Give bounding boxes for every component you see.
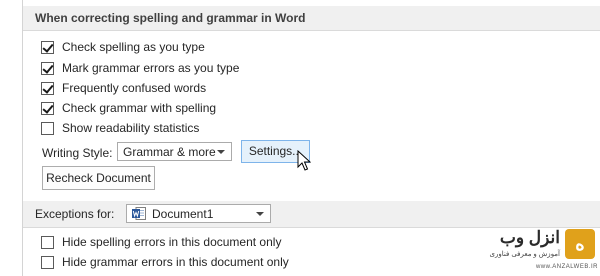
watermark: انزل وب آموزش و معرفی فناوری www.ANZALWE…: [490, 228, 598, 272]
watermark-tagline: آموزش و معرفی فناوری: [489, 251, 560, 258]
option-readability[interactable]: Show readability statistics: [41, 120, 199, 136]
document-dropdown[interactable]: Document1: [126, 204, 271, 223]
watermark-logo-icon: ه: [565, 229, 595, 259]
left-margin: [0, 0, 22, 276]
watermark-name: انزل وب: [499, 228, 560, 247]
label-grammar-with-spelling: Check grammar with spelling: [62, 101, 217, 115]
writing-style-value: Grammar & more: [123, 145, 216, 159]
exceptions-label: Exceptions for:: [35, 207, 115, 221]
chevron-down-icon: [217, 150, 225, 154]
option-grammar-with-spelling[interactable]: Check grammar with spelling: [41, 100, 216, 116]
label-mark-grammar: Mark grammar errors as you type: [62, 61, 240, 75]
option-hide-spelling[interactable]: Hide spelling errors in this document on…: [41, 234, 281, 250]
checkbox-grammar-with-spelling[interactable]: [41, 101, 54, 115]
watermark-url: www.ANZALWEB.IR: [535, 264, 598, 270]
word-document-icon: [132, 207, 146, 220]
section-header-spelling: When correcting spelling and grammar in …: [23, 6, 600, 31]
document-value: Document1: [152, 207, 214, 221]
label-confused-words: Frequently confused words: [62, 81, 207, 95]
label-check-spelling: Check spelling as you type: [62, 40, 205, 54]
section-header-exceptions: Exceptions for:: [23, 201, 600, 228]
option-hide-grammar[interactable]: Hide grammar errors in this document onl…: [41, 254, 289, 270]
label-hide-spelling: Hide spelling errors in this document on…: [62, 235, 282, 249]
writing-style-label: Writing Style:: [42, 146, 113, 160]
label-readability: Show readability statistics: [62, 121, 200, 135]
chevron-down-icon: [256, 212, 264, 216]
label-hide-grammar: Hide grammar errors in this document onl…: [62, 255, 289, 269]
checkbox-hide-grammar[interactable]: [41, 255, 54, 269]
checkbox-confused-words[interactable]: [41, 81, 54, 95]
writing-style-dropdown[interactable]: Grammar & more: [117, 142, 232, 161]
checkbox-check-spelling[interactable]: [41, 40, 54, 54]
checkbox-readability[interactable]: [41, 121, 54, 135]
option-confused-words[interactable]: Frequently confused words: [41, 80, 206, 96]
section-title-spelling: When correcting spelling and grammar in …: [35, 11, 306, 25]
option-mark-grammar[interactable]: Mark grammar errors as you type: [41, 60, 239, 76]
recheck-document-button[interactable]: Recheck Document: [42, 166, 155, 190]
left-divider: [22, 0, 23, 276]
option-check-spelling[interactable]: Check spelling as you type: [41, 39, 205, 55]
checkbox-hide-spelling[interactable]: [41, 235, 54, 249]
mouse-pointer-icon: [297, 150, 311, 171]
checkbox-mark-grammar[interactable]: [41, 61, 54, 75]
